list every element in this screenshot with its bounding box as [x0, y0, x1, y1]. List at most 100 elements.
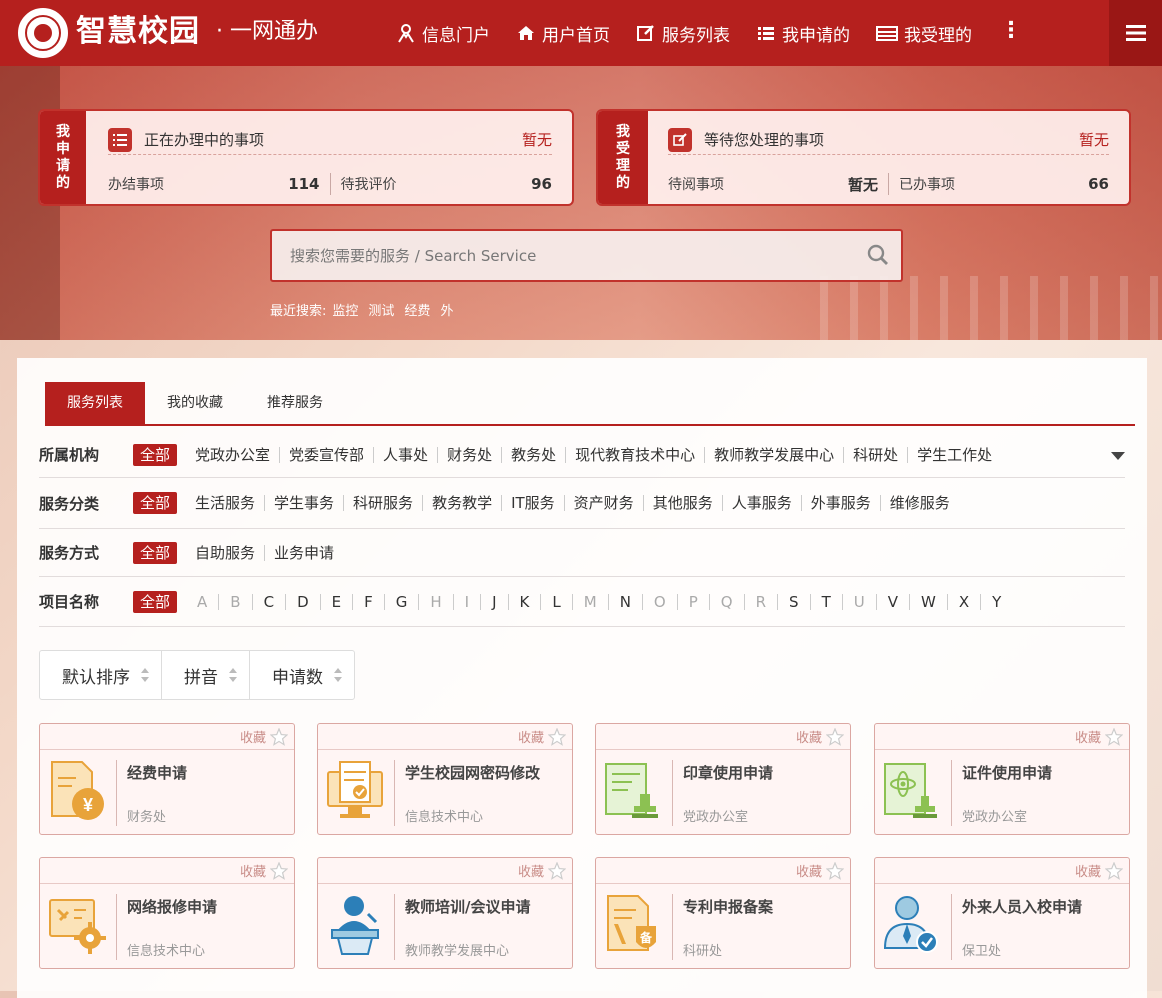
my-applications-header[interactable]: 正在办理中的事项 暂无 — [108, 125, 552, 155]
letter-option[interactable]: A — [186, 594, 218, 610]
search-input[interactable] — [290, 243, 850, 269]
letter-option[interactable]: J — [480, 593, 507, 610]
service-title[interactable]: 学生校园网密码修改 — [405, 762, 540, 783]
filter-category-option[interactable]: 外事服务 — [800, 495, 880, 511]
letter-option[interactable]: M — [571, 593, 608, 610]
tab-service-list[interactable]: 服务列表 — [45, 382, 145, 424]
filter-org-option[interactable]: 现代教育技术中心 — [565, 446, 704, 463]
letter-option[interactable]: X — [946, 593, 980, 610]
letter-option[interactable]: P — [676, 593, 709, 610]
to-rate-stat[interactable]: 待我评价 96 — [341, 174, 553, 194]
nav-info-portal[interactable]: 信息门户 — [396, 0, 490, 66]
filter-org-all[interactable]: 全部 — [133, 443, 178, 466]
service-title[interactable]: 网络报修申请 — [127, 896, 217, 917]
star-icon[interactable] — [1105, 861, 1123, 880]
letter-option[interactable]: D — [285, 593, 320, 610]
filter-category-option[interactable]: IT服务 — [501, 495, 564, 511]
letter-option[interactable]: L — [540, 593, 571, 610]
star-icon[interactable] — [826, 727, 844, 746]
filter-category-option[interactable]: 学生事务 — [264, 495, 343, 511]
service-title[interactable]: 专利申报备案 — [683, 896, 773, 917]
star-icon[interactable] — [270, 727, 288, 746]
service-card[interactable]: 收藏 学生校园网密码修改 信息技术中心 — [317, 723, 573, 835]
filter-org-option[interactable]: 教师教学发展中心 — [704, 446, 843, 463]
service-card[interactable]: 收藏 ¥ 经费申请 财务处 — [39, 723, 295, 835]
filter-org-option[interactable]: 教务处 — [501, 446, 565, 463]
completed-stat[interactable]: 办结事项 114 — [108, 174, 320, 194]
letter-option[interactable]: N — [607, 593, 642, 610]
school-logo[interactable] — [18, 8, 68, 58]
letter-option[interactable]: R — [743, 593, 777, 610]
favorite-label[interactable]: 收藏 — [240, 861, 266, 880]
sort-pinyin[interactable]: 拼音 — [162, 651, 250, 699]
letter-option[interactable]: H — [418, 593, 452, 610]
sort-apply-count[interactable]: 申请数 — [250, 651, 354, 699]
brand-title[interactable]: 智慧校园 — [76, 12, 200, 52]
letter-option[interactable]: Y — [980, 593, 1012, 610]
filter-category-all[interactable]: 全部 — [133, 492, 178, 514]
my-handled-header[interactable]: 等待您处理的事项 暂无 — [668, 125, 1109, 155]
tab-my-favorites[interactable]: 我的收藏 — [145, 382, 245, 424]
filter-category-option[interactable]: 其他服务 — [642, 495, 722, 511]
letter-option[interactable]: W — [908, 593, 947, 610]
filter-org-option[interactable]: 科研处 — [843, 446, 907, 463]
favorite-label[interactable]: 收藏 — [518, 861, 544, 880]
service-title[interactable]: 印章使用申请 — [683, 762, 773, 783]
nav-my-applications[interactable]: 我申请的 — [756, 0, 850, 66]
filter-org-option[interactable]: 学生工作处 — [907, 446, 1001, 463]
recent-search-item[interactable]: 监控 — [332, 300, 358, 319]
filter-mode-option[interactable]: 自助服务 — [186, 545, 264, 561]
letter-option[interactable]: F — [352, 593, 384, 610]
filter-org-option[interactable]: 党委宣传部 — [279, 446, 373, 463]
service-title[interactable]: 外来人员入校申请 — [962, 896, 1082, 917]
filter-org-option[interactable]: 财务处 — [437, 446, 501, 463]
service-title[interactable]: 证件使用申请 — [962, 762, 1052, 783]
filter-mode-option[interactable]: 业务申请 — [264, 544, 343, 561]
more-options-icon[interactable]: ⋮ — [1000, 18, 1022, 43]
favorite-label[interactable]: 收藏 — [240, 727, 266, 746]
favorite-label[interactable]: 收藏 — [796, 861, 822, 880]
star-icon[interactable] — [270, 861, 288, 880]
filter-mode-all[interactable]: 全部 — [133, 541, 178, 564]
letter-option[interactable]: E — [319, 593, 352, 610]
star-icon[interactable] — [548, 861, 566, 880]
nav-user-home[interactable]: 用户首页 — [516, 0, 610, 66]
letter-option[interactable]: Q — [708, 593, 744, 610]
favorite-label[interactable]: 收藏 — [518, 727, 544, 746]
filter-category-option[interactable]: 科研服务 — [343, 495, 422, 511]
done-stat[interactable]: 已办事项 66 — [899, 174, 1109, 194]
favorite-label[interactable]: 收藏 — [1075, 861, 1101, 880]
letter-option[interactable]: G — [383, 593, 419, 610]
service-card[interactable]: 收藏备 专利申报备案 科研处 — [595, 857, 851, 969]
nav-my-handled[interactable]: 我受理的 — [876, 0, 972, 66]
service-card[interactable]: 收藏 外来人员入校申请 保卫处 — [874, 857, 1130, 969]
service-card[interactable]: 收藏 教师培训/会议申请 教师教学发展中心 — [317, 857, 573, 969]
sort-default[interactable]: 默认排序 — [40, 651, 162, 699]
letter-option[interactable]: T — [809, 593, 842, 610]
recent-search-item[interactable]: 经费 — [404, 300, 430, 319]
letter-option[interactable]: I — [452, 593, 480, 610]
letter-option[interactable]: S — [777, 593, 810, 610]
letter-option[interactable]: O — [641, 593, 677, 610]
filter-org-option[interactable]: 党政办公室 — [186, 447, 279, 463]
filter-category-option[interactable]: 人事服务 — [721, 495, 801, 511]
filter-letters-all[interactable]: 全部 — [133, 590, 178, 613]
service-title[interactable]: 经费申请 — [127, 762, 187, 783]
expand-org-icon[interactable] — [1111, 449, 1125, 465]
filter-category-option[interactable]: 教务教学 — [422, 495, 501, 511]
letter-option[interactable]: U — [841, 593, 876, 610]
filter-org-option[interactable]: 人事处 — [373, 446, 437, 463]
service-title[interactable]: 教师培训/会议申请 — [405, 896, 530, 917]
filter-category-option[interactable]: 维修服务 — [879, 495, 959, 511]
tab-recommended[interactable]: 推荐服务 — [245, 382, 345, 424]
filter-category-option[interactable]: 生活服务 — [186, 495, 264, 511]
hamburger-menu-button[interactable] — [1109, 0, 1162, 66]
favorite-label[interactable]: 收藏 — [796, 727, 822, 746]
favorite-label[interactable]: 收藏 — [1075, 727, 1101, 746]
recent-search-item[interactable]: 测试 — [368, 300, 394, 319]
letter-option[interactable]: C — [251, 593, 285, 610]
to-read-stat[interactable]: 待阅事项 暂无 — [668, 174, 878, 195]
recent-search-item[interactable]: 外 — [440, 300, 453, 319]
letter-option[interactable]: V — [875, 593, 909, 610]
service-card[interactable]: 收藏 证件使用申请 党政办公室 — [874, 723, 1130, 835]
